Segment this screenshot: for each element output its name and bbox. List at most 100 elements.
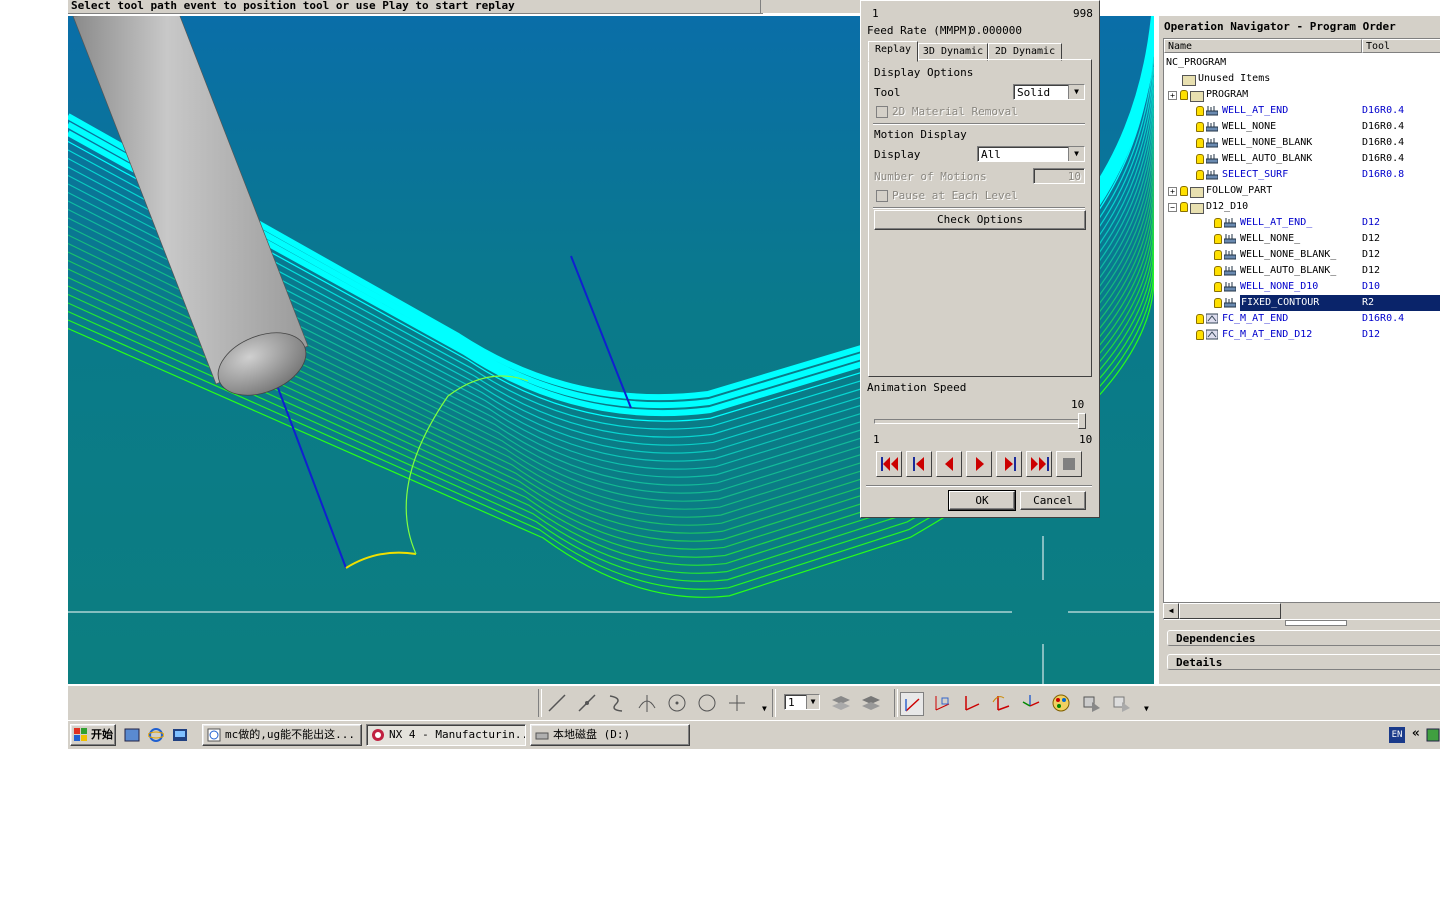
taskbar-item-label: 本地磁盘 (D:) [553, 728, 631, 741]
motion-display-value: All [981, 148, 1001, 161]
tree-row[interactable]: NC_PROGRAM [1164, 55, 1440, 71]
navigator-scrollbar[interactable]: ◀ [1163, 602, 1440, 619]
tree-row[interactable]: WELL_AUTO_BLANK D16R0.4 [1164, 151, 1440, 167]
cavity-mill-icon [1224, 298, 1236, 308]
step-back-button[interactable] [906, 451, 932, 477]
media-player-icon[interactable] [172, 727, 188, 743]
splitter-handle[interactable] [1285, 620, 1347, 626]
cavity-mill-icon [1206, 138, 1218, 148]
wcs-dynamic-icon[interactable] [960, 692, 982, 714]
number-of-motions-field[interactable]: 10 [1033, 168, 1085, 184]
language-indicator[interactable]: EN [1389, 727, 1405, 743]
color-palette-icon[interactable] [1050, 692, 1072, 714]
line-icon[interactable] [546, 692, 568, 714]
column-header-name[interactable]: Name [1164, 39, 1362, 53]
hide-icon[interactable] [1110, 692, 1132, 714]
speed-min-label: 1 [873, 433, 880, 446]
tree-row[interactable]: SELECT_SURF D16R0.8 [1164, 167, 1440, 183]
tree-row[interactable]: − D12_D10 [1164, 199, 1440, 215]
tab-replay[interactable]: Replay [868, 41, 918, 62]
move-to-layer-icon[interactable] [860, 692, 882, 714]
speed-max-label: 10 [1079, 433, 1093, 446]
line-tangent-icon[interactable] [576, 692, 598, 714]
fast-forward-to-end-button[interactable] [1026, 451, 1052, 477]
taskbar-item-drive[interactable]: 本地磁盘 (D:) [530, 724, 690, 746]
collapse-icon[interactable]: − [1168, 203, 1177, 212]
play-forward-button[interactable] [966, 451, 992, 477]
status-bulb-icon [1214, 250, 1222, 260]
tree-item-name: FC_M_AT_END [1222, 313, 1289, 324]
rewind-to-start-button[interactable] [876, 451, 902, 477]
column-header-tool[interactable]: Tool [1362, 39, 1440, 53]
contour-operation-icon [1206, 313, 1218, 324]
expand-icon[interactable]: + [1168, 187, 1177, 196]
taskbar-item-browser[interactable]: mc做的,ug能不能出这... [202, 724, 362, 746]
show-desktop-icon[interactable] [124, 727, 140, 743]
material-removal-checkbox[interactable] [876, 106, 888, 118]
tree-item-tool: D16R0.4 [1362, 121, 1405, 132]
tree-row[interactable]: WELL_NONE_BLANK_ D12 [1164, 247, 1440, 263]
work-layer-select[interactable]: 1 ▼ [784, 694, 820, 710]
toolbar-overflow-icon[interactable]: ▼ [762, 704, 767, 713]
drive-icon [535, 732, 549, 740]
internet-explorer-icon[interactable] [148, 727, 164, 743]
tree-row[interactable]: WELL_NONE_BLANK D16R0.4 [1164, 135, 1440, 151]
tray-expand-icon[interactable]: « [1412, 726, 1420, 741]
tree-row[interactable]: FIXED_CONTOUR R2 [1164, 295, 1440, 311]
chevron-down-icon: ▼ [1068, 85, 1084, 99]
tree-row[interactable]: WELL_AT_END D16R0.4 [1164, 103, 1440, 119]
windows-taskbar: 开始 mc做的,ug能不能出这... NX 4 - Manufacturin..… [68, 720, 1440, 749]
tree-row[interactable]: + PROGRAM [1164, 87, 1440, 103]
tree-item-tool: R2 [1362, 295, 1440, 311]
tree-row[interactable]: WELL_AT_END_ D12 [1164, 215, 1440, 231]
tree-row[interactable]: WELL_NONE_D10 D10 [1164, 279, 1440, 295]
ok-button[interactable]: OK [948, 490, 1016, 511]
pause-each-level-checkbox[interactable] [876, 190, 888, 202]
layer-settings-icon[interactable] [830, 692, 852, 714]
tree-row[interactable]: Unused Items [1164, 71, 1440, 87]
toolbar-grip [772, 689, 776, 717]
tree-row[interactable]: WELL_NONE D16R0.4 [1164, 119, 1440, 135]
wcs-rotate-icon[interactable] [990, 692, 1012, 714]
step-forward-button[interactable] [996, 451, 1022, 477]
toolbar-overflow-icon[interactable]: ▼ [1144, 704, 1149, 713]
tool-display-select[interactable]: Solid ▼ [1013, 84, 1085, 100]
point-set-icon[interactable] [636, 692, 658, 714]
speed-slider-track[interactable] [874, 419, 1086, 424]
status-bulb-icon [1196, 154, 1204, 164]
motion-display-select[interactable]: All ▼ [977, 146, 1085, 162]
status-bulb-icon [1180, 90, 1188, 100]
wcs-display-icon[interactable] [900, 692, 924, 716]
wcs-origin-icon[interactable] [930, 692, 952, 714]
taskbar-item-nx[interactable]: NX 4 - Manufacturin... [366, 724, 526, 746]
play-icon [976, 457, 984, 471]
play-reverse-button[interactable] [936, 451, 962, 477]
wcs-orient-icon[interactable] [1020, 692, 1042, 714]
scroll-left-icon[interactable]: ◀ [1163, 603, 1179, 619]
expand-icon[interactable]: + [1168, 91, 1177, 100]
speed-slider-thumb[interactable] [1078, 413, 1086, 429]
tree-row[interactable]: + FOLLOW_PART [1164, 183, 1440, 199]
tree-row[interactable]: FC_M_AT_END_D12 D12 [1164, 327, 1440, 343]
details-panel-header[interactable]: Details [1167, 654, 1440, 670]
speed-value: 10 [1071, 398, 1085, 411]
tree-row[interactable]: WELL_AUTO_BLANK_ D12 [1164, 263, 1440, 279]
navigator-tree[interactable]: Name Tool NC_PROGRAM Unused Items + PROGRAM… [1163, 38, 1440, 620]
show-hide-icon[interactable] [1080, 692, 1102, 714]
stop-button[interactable] [1056, 451, 1082, 477]
tree-item-name: FC_M_AT_END_D12 [1222, 329, 1313, 340]
start-button[interactable]: 开始 [70, 724, 116, 746]
check-options-button[interactable]: Check Options [874, 210, 1086, 230]
tree-item-name: WELL_NONE_BLANK [1222, 137, 1313, 148]
point-icon[interactable] [726, 692, 748, 714]
arc-icon[interactable] [606, 692, 628, 714]
dependencies-panel-header[interactable]: Dependencies [1167, 630, 1440, 646]
step-forward-icon [1005, 457, 1016, 471]
tree-row[interactable]: WELL_NONE_ D12 [1164, 231, 1440, 247]
tray-app-icon[interactable] [1426, 727, 1440, 743]
circle-icon[interactable] [696, 692, 718, 714]
tree-row[interactable]: FC_M_AT_END D16R0.4 [1164, 311, 1440, 327]
scrollbar-thumb[interactable] [1179, 603, 1281, 619]
circle-center-icon[interactable] [666, 692, 688, 714]
cancel-button[interactable]: Cancel [1020, 491, 1086, 510]
